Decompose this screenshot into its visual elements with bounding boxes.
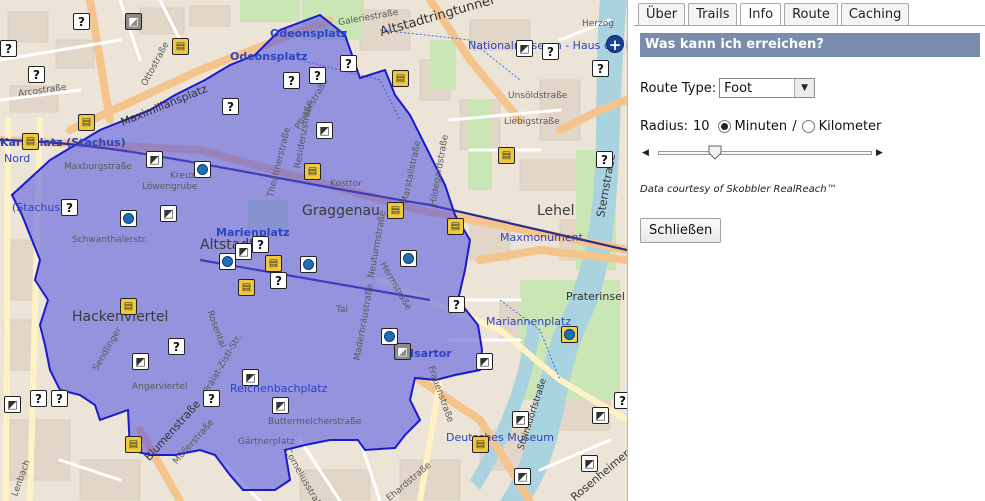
geocache-marker[interactable]: ? bbox=[542, 43, 559, 60]
multi-cache-marker[interactable]: ▤ bbox=[22, 133, 39, 150]
multi-cache-marker[interactable]: ▤ bbox=[78, 114, 95, 131]
multi-cache-marker[interactable]: ▤ bbox=[472, 436, 489, 453]
geocache-marker[interactable]: ? bbox=[73, 13, 90, 30]
slider-thumb[interactable] bbox=[708, 145, 722, 160]
tab-trails[interactable]: Trails bbox=[688, 3, 738, 25]
route-type-select[interactable]: Foot ▼ bbox=[719, 78, 816, 98]
tab-info[interactable]: Info bbox=[740, 3, 782, 26]
route-type-label: Route Type: bbox=[640, 80, 717, 96]
slider-left-arrow-icon[interactable]: ◀ bbox=[642, 148, 649, 158]
tab-bar: Über Trails Info Route Caching bbox=[638, 3, 910, 26]
route-type-value: Foot bbox=[724, 80, 753, 96]
geocache-marker[interactable]: ? bbox=[51, 390, 68, 407]
geocache-marker[interactable]: ? bbox=[61, 199, 78, 216]
radius-row: Radius: 10 Minuten / Kilometer bbox=[640, 117, 881, 135]
radius-value: 10 bbox=[692, 118, 710, 134]
geocache-marker[interactable]: ? bbox=[283, 72, 300, 89]
geocache-marker[interactable]: ? bbox=[28, 66, 45, 83]
traditional-cache-marker[interactable]: ◩ bbox=[476, 353, 493, 370]
geocache-marker[interactable]: ? bbox=[270, 272, 287, 289]
multi-cache-marker[interactable]: ▤ bbox=[387, 202, 404, 219]
traditional-cache-marker[interactable]: ◩ bbox=[242, 369, 259, 386]
traditional-cache-marker[interactable]: ◩ bbox=[592, 407, 609, 424]
geocache-marker[interactable]: ? bbox=[596, 151, 613, 168]
traditional-cache-marker[interactable]: ◩ bbox=[272, 397, 289, 414]
slider-right-arrow-icon[interactable]: ▶ bbox=[876, 148, 883, 158]
radius-label: Radius: bbox=[640, 118, 688, 134]
multi-cache-marker[interactable]: ▤ bbox=[120, 298, 137, 315]
radius-slider[interactable]: ◀ ▶ bbox=[642, 145, 884, 161]
multi-cache-marker[interactable]: ▤ bbox=[125, 436, 142, 453]
webcam-cache-marker[interactable] bbox=[120, 210, 137, 227]
unit-kilometer-label[interactable]: Kilometer bbox=[819, 119, 882, 134]
tab-ueber[interactable]: Über bbox=[638, 3, 686, 25]
traditional-cache-marker[interactable]: ◩ bbox=[132, 353, 149, 370]
traditional-cache-marker[interactable]: ◩ bbox=[235, 243, 252, 260]
disabled-cache-marker[interactable]: ◩ bbox=[125, 13, 142, 30]
multi-cache-marker[interactable]: ▤ bbox=[392, 70, 409, 87]
geocache-marker[interactable]: ? bbox=[252, 236, 269, 253]
traditional-cache-marker[interactable]: ◩ bbox=[512, 411, 529, 428]
multi-cache-marker[interactable]: ▤ bbox=[498, 147, 515, 164]
webcam-cache-marker[interactable] bbox=[300, 256, 317, 273]
chevron-down-icon[interactable]: ▼ bbox=[794, 79, 815, 97]
multi-cache-marker[interactable]: ▤ bbox=[238, 279, 255, 296]
geocache-marker[interactable]: ? bbox=[592, 60, 609, 77]
geocache-marker[interactable]: ? bbox=[168, 338, 185, 355]
close-button[interactable]: Schließen bbox=[640, 218, 722, 243]
earthcache-marker[interactable] bbox=[561, 326, 578, 343]
multi-cache-marker[interactable]: ▤ bbox=[172, 38, 189, 55]
data-credit: Data courtesy of Skobbler RealReach™ bbox=[640, 184, 837, 195]
traditional-cache-marker[interactable]: ◩ bbox=[160, 205, 177, 222]
webcam-cache-marker[interactable] bbox=[219, 253, 236, 270]
radio-minuten[interactable] bbox=[717, 119, 731, 133]
unit-minuten-label[interactable]: Minuten bbox=[735, 119, 788, 134]
tab-route[interactable]: Route bbox=[784, 3, 838, 25]
geocache-marker[interactable]: ? bbox=[340, 55, 357, 72]
traditional-cache-marker[interactable]: ◩ bbox=[4, 396, 21, 413]
geocache-marker[interactable]: ? bbox=[30, 390, 47, 407]
tab-bar-divider bbox=[634, 25, 985, 26]
unit-separator: / bbox=[792, 118, 797, 134]
geocache-marker[interactable]: ? bbox=[222, 98, 239, 115]
webcam-cache-marker[interactable] bbox=[381, 328, 398, 345]
section-header: Was kann ich erreichen? bbox=[640, 33, 980, 57]
app-window: Odeonsplatz Odeonsplatz Maximiliansplatz… bbox=[0, 0, 985, 501]
traditional-cache-marker[interactable]: ◩ bbox=[514, 468, 531, 485]
traditional-cache-marker[interactable]: ◩ bbox=[146, 151, 163, 168]
multi-cache-marker[interactable]: ▤ bbox=[447, 218, 464, 235]
side-panel: Über Trails Info Route Caching Was kann … bbox=[627, 0, 985, 501]
geocache-marker[interactable]: ? bbox=[448, 296, 465, 313]
slider-track[interactable] bbox=[658, 151, 872, 155]
multi-cache-marker[interactable]: ▤ bbox=[265, 255, 282, 272]
traditional-cache-marker[interactable]: ◩ bbox=[581, 455, 598, 472]
tab-caching[interactable]: Caching bbox=[840, 3, 910, 25]
traditional-cache-marker[interactable]: ◩ bbox=[316, 122, 333, 139]
geocache-marker[interactable]: ? bbox=[614, 392, 627, 409]
webcam-cache-marker[interactable] bbox=[194, 161, 211, 178]
disabled-cache-marker[interactable]: ◩ bbox=[394, 343, 411, 360]
route-type-row: Route Type: Foot ▼ bbox=[640, 78, 816, 98]
webcam-cache-marker[interactable] bbox=[400, 250, 417, 267]
zoom-in-button[interactable]: + bbox=[606, 35, 624, 54]
radio-kilometer[interactable] bbox=[801, 119, 815, 133]
geocache-marker[interactable]: ? bbox=[203, 390, 220, 407]
multi-cache-marker[interactable]: ▤ bbox=[304, 163, 321, 180]
map-view[interactable]: Odeonsplatz Odeonsplatz Maximiliansplatz… bbox=[0, 0, 627, 501]
geocache-marker[interactable]: ? bbox=[0, 40, 17, 57]
traditional-cache-marker[interactable]: ◩ bbox=[516, 40, 533, 57]
geocache-marker[interactable]: ? bbox=[309, 67, 326, 84]
